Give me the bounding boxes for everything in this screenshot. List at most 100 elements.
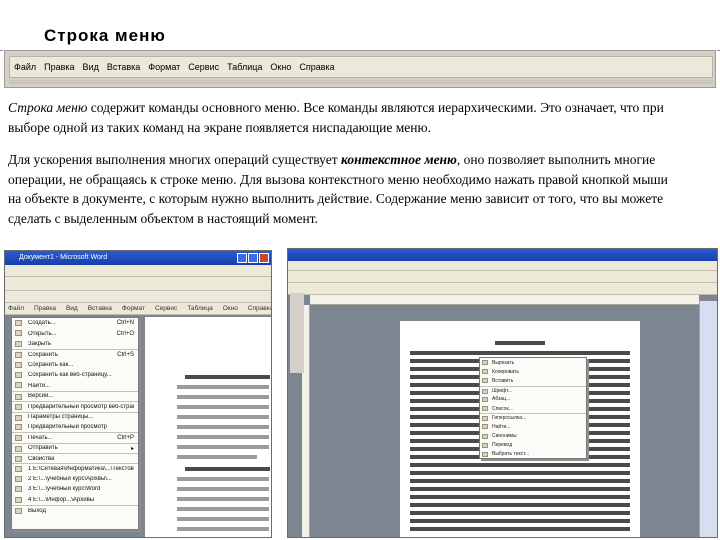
word-menu-item[interactable]: Вид [66,305,78,312]
text-line [177,455,257,459]
file-menu-item[interactable]: 3 E:\...\учебный курс\Word [12,484,138,494]
task-pane [699,301,717,537]
left-icon-pane [290,293,304,373]
menu-item-icon [482,424,488,430]
file-menu-item[interactable]: Предварительный просмотр [12,422,138,432]
menu-item-icon [482,442,488,448]
file-menu-item-label: Предварительный просмотр веб-страницы [28,403,134,410]
word-menu-item[interactable]: Таблица [187,305,213,312]
menu-item-icon [482,451,488,457]
file-menu-item[interactable]: Печать... Ctrl+P [12,432,138,442]
file-menu-item[interactable]: 4 E:\...\Инфор...\Аpxивы [12,495,138,505]
context-menu-item-label: Вставить [492,377,514,384]
file-menu-item[interactable]: Сохранить Ctrl+S [12,349,138,359]
file-menu-item[interactable]: 2 E:\...\учебный курс\Аpixвы\... [12,474,138,484]
file-menu-item[interactable]: Отправить ▸ [12,442,138,453]
paragraph2-part1: Для ускорения выполнения многих операций… [8,152,341,167]
context-menu-item[interactable]: Абзац... [480,395,586,404]
file-menu-item-label: Выход [28,507,46,514]
menu-item-icon [15,496,22,503]
context-menu-item[interactable]: Шрифт... [480,385,586,395]
menu-item-icon [482,360,488,365]
menu-item-icon [15,508,22,515]
word-menu-item[interactable]: Формат [122,305,145,312]
text-line [410,479,630,483]
context-menu-item[interactable]: Копировать [480,367,586,376]
menu-item[interactable]: Сервис [188,62,219,72]
menu-item-icon [15,435,22,442]
word-menu-item[interactable]: Вставка [88,305,112,312]
menu-item[interactable]: Формат [148,62,180,72]
file-menu-item-shortcut: Ctrl+S [117,351,134,358]
word-window-title: Документ1 - Microsoft Word [5,251,271,265]
menu-item-icon [15,456,22,463]
context-menu-item[interactable]: Гиперссылка... [480,413,586,422]
context-menu-item[interactable]: Список... [480,404,586,413]
text-line [177,517,269,521]
context-menu-item-label: Синонимы [492,433,517,440]
word-toolbar-c [288,283,717,295]
menu-item-icon [15,352,22,359]
context-menu-item[interactable]: Выбрать текст... [480,450,586,459]
word-menu-item[interactable]: Окно [223,305,238,312]
word-menu-item[interactable]: Правка [34,305,56,312]
context-menu-item[interactable]: Синонимы [480,432,586,441]
menu-item-icon [15,371,22,378]
word-toolbar-1 [5,265,271,277]
context-menu-item-label: Перевод [492,442,513,449]
word-menu-item[interactable]: Сервис [155,305,177,312]
file-menu-item[interactable]: Сохранить как... [12,360,138,370]
file-menu-item[interactable]: 1 E:\Сетевая\Информатика\...\Текстовые [12,463,138,473]
context-menu-item-label: Вырезать [492,359,515,366]
file-menu-item-label: Параметры страницы... [28,414,94,421]
menu-item-icon [15,382,22,389]
menu-item[interactable]: Файл [14,62,36,72]
menu-item[interactable]: Вставка [107,62,140,72]
file-menu-item[interactable]: Свойства [12,453,138,463]
file-menu-item[interactable]: Открыть... Ctrl+O [12,328,138,338]
file-menu-item[interactable]: Параметры страницы... [12,411,138,422]
term-context-menu: контекстное меню [341,152,457,167]
horizontal-ruler [310,295,699,305]
text-line [177,477,269,481]
file-menu-item-label: Найти... [28,382,51,389]
word-context-menu-screenshot: Вырезать Копировать Вставить Шрифт... Абзац.… [287,248,718,538]
text-line [410,495,630,499]
term-menu-bar: Строка меню [8,100,88,115]
word-menu-item[interactable]: Справка [248,305,271,312]
text-line [410,511,630,515]
file-menu-item-label: 2 E:\...\учебный курс\Аpixвы\... [28,476,112,483]
context-menu-item[interactable]: Перевод [480,441,586,450]
context-menu-item[interactable]: Вырезать [480,358,586,367]
file-menu-item-label: Сохранить как веб-страницу... [28,372,112,379]
menu-item[interactable]: Окно [270,62,291,72]
text-line [177,507,269,511]
menu-item[interactable]: Правка [44,62,74,72]
file-menu-item[interactable]: Закрыть [12,339,138,349]
file-menu-item-label: Версии... [28,393,54,400]
file-menu-item[interactable]: Предварительный просмотр веб-страницы [12,401,138,411]
file-menu-item[interactable]: Выход [12,505,138,515]
text-line [177,435,269,439]
word-menu-item[interactable]: Файл [8,305,24,312]
file-menu-item[interactable]: Найти... [12,380,138,390]
menu-item-icon [482,433,488,439]
file-menu-item[interactable]: Версии... [12,390,138,401]
text-line [185,467,270,471]
menu-item[interactable]: Вид [83,62,99,72]
file-menu-item-shortcut: Ctrl+P [117,434,134,441]
text-line [177,395,269,399]
file-menu-item[interactable]: Создать... Ctrl+N [12,318,138,328]
file-menu-item-label: 4 E:\...\Инфор...\Аpxивы [28,496,95,503]
menu-item[interactable]: Справка [299,62,334,72]
menu-item[interactable]: Таблица [227,62,262,72]
menu-item-icon [15,320,22,326]
context-menu-item-label: Гиперссылка... [492,415,527,422]
context-menu-item-label: Абзац... [492,396,511,403]
context-menu-item[interactable]: Вставить [480,376,586,385]
menu-item-icon [15,361,22,368]
file-menu-item[interactable]: Сохранить как веб-страницу... [12,370,138,380]
word-menu-bar: Файл Правка Вид Вставка Формат Сервис Таблица О… [5,303,271,315]
context-menu-item-label: Список... [492,405,513,412]
context-menu-item[interactable]: Найти... [480,422,586,431]
